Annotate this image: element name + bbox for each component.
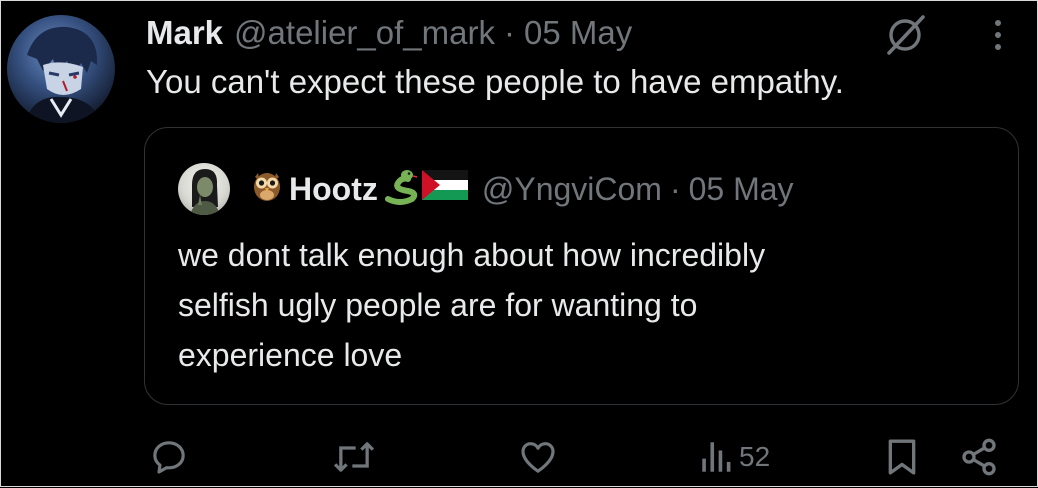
- views-button[interactable]: 52: [699, 426, 770, 488]
- reply-icon: [153, 441, 185, 474]
- quoted-text: we dont talk enough about how incredibly…: [178, 230, 978, 380]
- quoted-text-line: selfish ugly people are for wanting to: [178, 287, 698, 323]
- quoted-separator-dot: ·: [669, 170, 681, 207]
- quoted-avatar[interactable]: [178, 163, 230, 215]
- quoted-author-name[interactable]: Hootz: [289, 171, 378, 208]
- like-button[interactable]: [517, 426, 559, 488]
- tweet-card[interactable]: Mark @atelier_of_mark · 05 May You can't…: [0, 0, 1038, 487]
- like-icon: [521, 442, 555, 473]
- bookmark-icon: [888, 439, 916, 475]
- retweet-icon: [333, 442, 375, 472]
- views-icon: [702, 442, 731, 472]
- avatar-image: [25, 26, 101, 123]
- separator-dot: ·: [504, 14, 515, 51]
- owl-emoji: [249, 167, 285, 211]
- quoted-text-line: experience love: [178, 337, 403, 373]
- action-bar: 52: [1, 426, 1038, 488]
- tweet-header: Mark @atelier_of_mark · 05 May: [146, 11, 632, 55]
- quoted-author-handle[interactable]: @YngviCom: [482, 171, 662, 208]
- views-count: 52: [739, 441, 771, 472]
- tweet-date[interactable]: 05 May: [524, 14, 632, 52]
- avatar[interactable]: [7, 15, 115, 123]
- share-icon: [962, 438, 996, 476]
- quoted-date[interactable]: 05 May: [689, 171, 794, 208]
- share-button[interactable]: [959, 426, 999, 488]
- retweet-button[interactable]: [331, 426, 377, 488]
- quoted-tweet[interactable]: Hootz @YngviCom · 05 May we dont talk en…: [144, 127, 1019, 405]
- tweet-text: You can't expect these people to have em…: [146, 63, 844, 100]
- grok-icon[interactable]: [881, 13, 931, 57]
- author-handle[interactable]: @atelier_of_mark: [234, 14, 495, 52]
- more-options-icon[interactable]: [983, 15, 1013, 55]
- bookmark-button[interactable]: [885, 426, 919, 488]
- author-name[interactable]: Mark: [146, 14, 223, 52]
- palestine-flag-emoji: [421, 170, 468, 208]
- quoted-text-line: we dont talk enough about how incredibly: [178, 237, 766, 273]
- reply-button[interactable]: [149, 426, 189, 488]
- quoted-header: Hootz @YngviCom · 05 May: [249, 166, 794, 212]
- quoted-avatar-image: [190, 169, 220, 215]
- snake-emoji: [380, 165, 420, 213]
